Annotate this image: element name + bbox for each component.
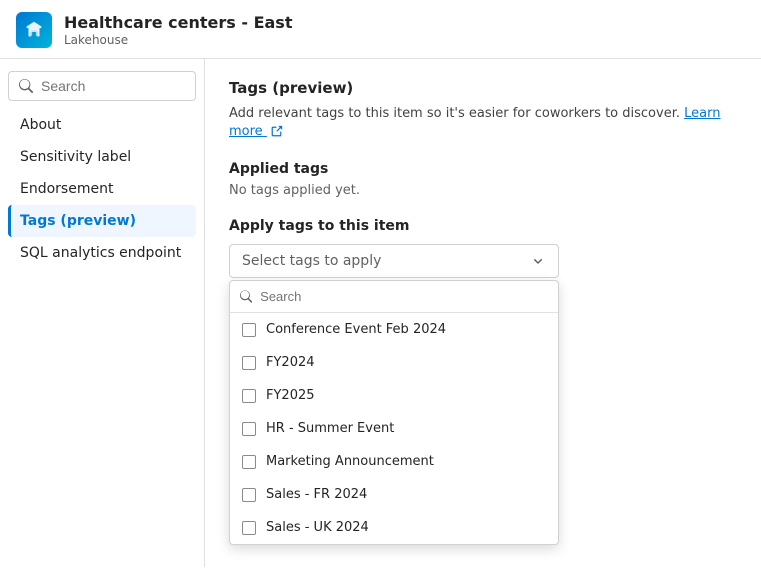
tags-dropdown-trigger[interactable]: Select tags to apply: [229, 244, 559, 278]
tags-dropdown-container: Select tags to apply Conference Event Fe…: [229, 244, 559, 278]
list-item[interactable]: FY2025: [230, 379, 558, 412]
list-item[interactable]: HR - Summer Event: [230, 412, 558, 445]
dropdown-panel: Conference Event Feb 2024 FY2024 FY2025 …: [229, 280, 559, 545]
option-checkbox[interactable]: [242, 488, 256, 502]
chevron-down-icon: [530, 253, 546, 269]
app-subtitle: Lakehouse: [64, 33, 292, 47]
list-item[interactable]: Conference Event Feb 2024: [230, 313, 558, 346]
sidebar-item-endorsement[interactable]: Endorsement: [8, 173, 196, 205]
app-header: Healthcare centers - East Lakehouse: [0, 0, 761, 59]
title-group: Healthcare centers - East Lakehouse: [64, 13, 292, 48]
app-title: Healthcare centers - East: [64, 13, 292, 34]
list-item[interactable]: Marketing Announcement: [230, 445, 558, 478]
sidebar-search-box[interactable]: [8, 71, 196, 101]
description-text: Add relevant tags to this item so it's e…: [229, 105, 737, 141]
dropdown-search-box[interactable]: [230, 281, 558, 313]
option-checkbox[interactable]: [242, 422, 256, 436]
list-item[interactable]: FY2024: [230, 346, 558, 379]
sidebar: About Sensitivity label Endorsement Tags…: [0, 59, 205, 567]
no-tags-text: No tags applied yet.: [229, 183, 737, 198]
sidebar-item-sensitivity-label[interactable]: Sensitivity label: [8, 141, 196, 173]
list-item[interactable]: Sales - UK 2024: [230, 511, 558, 544]
applied-tags-label: Applied tags: [229, 161, 737, 177]
main-layout: About Sensitivity label Endorsement Tags…: [0, 59, 761, 567]
dropdown-options-list: Conference Event Feb 2024 FY2024 FY2025 …: [230, 313, 558, 544]
dropdown-search-input[interactable]: [260, 289, 548, 304]
sidebar-nav: About Sensitivity label Endorsement Tags…: [8, 109, 196, 269]
search-icon: [19, 79, 33, 93]
option-checkbox[interactable]: [242, 455, 256, 469]
sidebar-search-input[interactable]: [41, 78, 185, 94]
app-icon: [16, 12, 52, 48]
dropdown-search-icon: [240, 290, 252, 303]
sidebar-item-sql-analytics-endpoint[interactable]: SQL analytics endpoint: [8, 237, 196, 269]
option-checkbox[interactable]: [242, 323, 256, 337]
sidebar-item-about[interactable]: About: [8, 109, 196, 141]
content-area: Tags (preview) Add relevant tags to this…: [205, 59, 761, 567]
list-item[interactable]: Sales - FR 2024: [230, 478, 558, 511]
sidebar-item-tags-preview[interactable]: Tags (preview): [8, 205, 196, 237]
dropdown-placeholder-text: Select tags to apply: [242, 253, 381, 269]
section-title: Tags (preview): [229, 79, 737, 97]
option-checkbox[interactable]: [242, 356, 256, 370]
option-checkbox[interactable]: [242, 389, 256, 403]
apply-tags-label: Apply tags to this item: [229, 218, 737, 234]
external-link-icon: [270, 125, 283, 138]
option-checkbox[interactable]: [242, 521, 256, 535]
